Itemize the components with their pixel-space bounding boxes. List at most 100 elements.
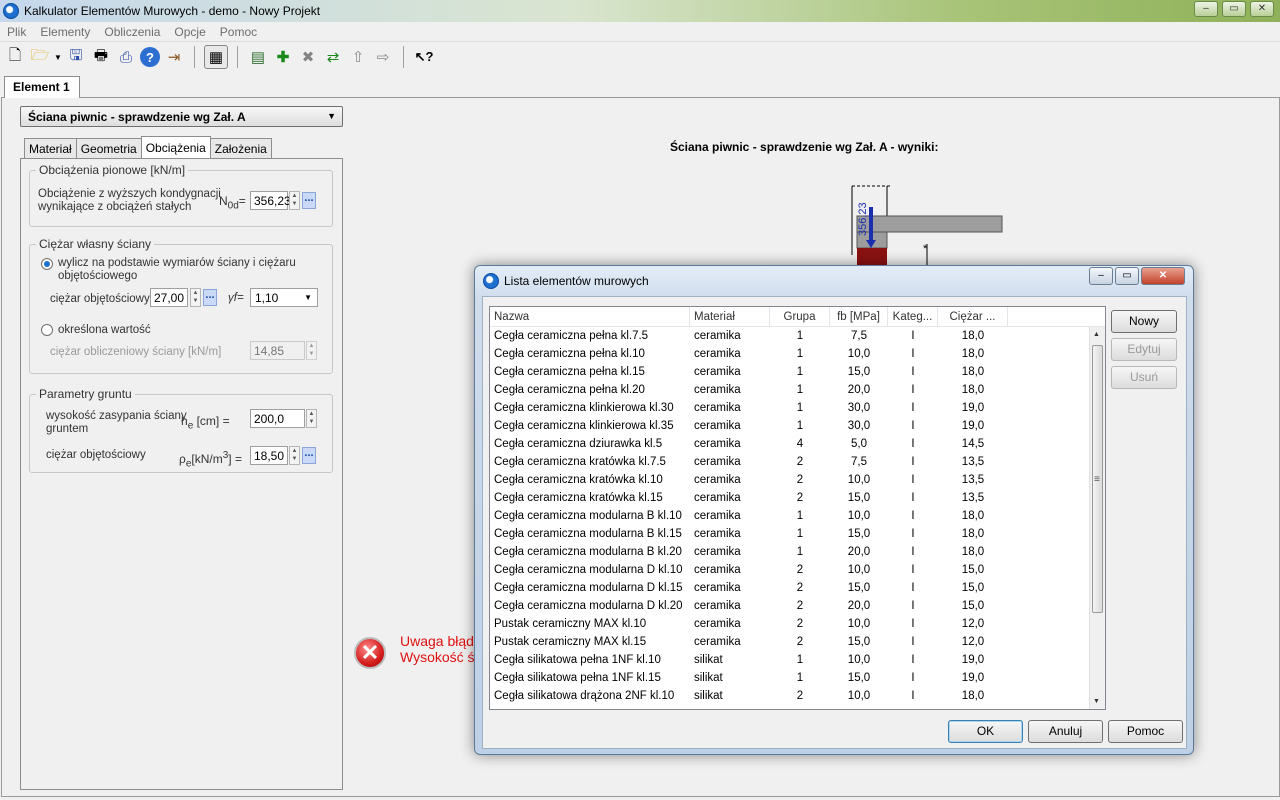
close-button[interactable]: ✕ [1250,1,1274,17]
cell-weight: 18,0 [961,690,985,702]
minimize-button[interactable]: – [1194,1,1218,17]
scroll-down-icon[interactable]: ▼ [1093,698,1100,705]
list-item[interactable]: Cegła ceramiczna modularna B kl.10 cerami… [490,507,1093,525]
list-item[interactable]: Pustak ceramiczny MAX kl.15 ceramika 2 15,0… [490,633,1093,651]
menu-opcje[interactable]: Opcje [167,25,212,39]
cell-fb: 10,0 [847,690,871,702]
scroll-up-icon[interactable]: ▲ [1093,331,1100,338]
list-item[interactable]: Cegła ceramiczna klinkierowa kl.35 cerami… [490,417,1093,435]
tab-assumptions[interactable]: Założenia [209,138,272,158]
cell-category: I [911,456,915,468]
element-type-select[interactable]: Ściana piwnic - sprawdzenie wg Zał. A ▼ [20,106,343,127]
calc-weight-spinner[interactable]: ▲ ▼ [306,341,317,360]
list-item[interactable]: Cegła silikatowa pełna 1NF kl.15 silikat 1… [490,669,1093,687]
dropdown-arrow-icon[interactable]: ▼ [54,46,62,68]
list-item[interactable]: Pustak ceramiczny MAX kl.10 ceramika 2 10,0… [490,615,1093,633]
help-button[interactable]: Pomoc [1108,720,1183,743]
list-item[interactable]: Cegła ceramiczna kratówka kl.10 ceramika 2… [490,471,1093,489]
list-scrollbar[interactable]: ▲ ▼ [1089,327,1105,709]
list-item[interactable]: Cegła ceramiczna kratówka kl.7.5 ceramika… [490,453,1093,471]
calc-weight-input[interactable]: 14,85 [250,341,305,360]
list-item[interactable]: Cegła ceramiczna modularna B kl.20 cerami… [490,543,1093,561]
list-item[interactable]: Cegła ceramiczna modularna D kl.20 cerami… [490,597,1093,615]
soil-density-input[interactable]: 18,50 [250,446,288,465]
menu-elementy[interactable]: Elementy [33,25,97,39]
edit-button[interactable]: Edytuj [1111,338,1177,361]
new-button[interactable]: Nowy [1111,310,1177,333]
print-preview-icon[interactable]: ⎙ [115,46,137,68]
dialog-close-button[interactable]: ✕ [1141,267,1185,285]
menu-obliczenia[interactable]: Obliczenia [97,25,167,39]
n0d-symbol-main: N [219,194,228,208]
delete-button[interactable]: Usuń [1111,366,1177,389]
n0d-more-button[interactable]: ... [302,192,316,209]
delete-element-icon[interactable]: ✖ [297,46,319,68]
add-element-icon[interactable]: ✚ [272,46,294,68]
list-item[interactable]: Cegła ceramiczna modularna D kl.10 cerami… [490,561,1093,579]
move-up-icon[interactable]: ⇧ [347,46,369,68]
list-item[interactable]: Cegła ceramiczna pełna kl.7.5 ceramika 1 7,… [490,327,1093,345]
open-folder-icon[interactable]: 🗁 [29,46,51,68]
column-header-weight[interactable]: Ciężar ... [938,307,1008,326]
tab-material[interactable]: Materiał [24,138,77,158]
list-item[interactable]: Cegła ceramiczna pełna kl.20 ceramika 1 20,… [490,381,1093,399]
cell-group: 1 [796,510,804,522]
fill-height-input[interactable]: 200,0 [250,409,305,428]
dialog-maximize-button[interactable]: ▭ [1115,267,1139,285]
loads-tab-panel: Obciążenia pionowe [kN/m] Obciążenie z w… [20,158,343,790]
cell-fb: 10,0 [847,618,871,630]
results-title: Ściana piwnic - sprawdzenie wg Zał. A - … [670,140,939,154]
list-item[interactable]: Cegła ceramiczna pełna kl.10 ceramika 1 10,… [490,345,1093,363]
column-header-group[interactable]: Grupa [770,307,830,326]
unit-weight-spinner[interactable]: ▲ ▼ [190,288,201,307]
element-list[interactable]: Nazwa Materiał Grupa fb [MPa] Kateg... C… [489,306,1106,710]
move-right-icon[interactable]: ⇨ [372,46,394,68]
scroll-thumb[interactable] [1092,345,1103,613]
n0d-input[interactable]: 356,23 [250,191,291,210]
soil-density-more-button[interactable]: ... [302,447,316,464]
cell-material: ceramika [694,384,741,396]
list-item[interactable]: Cegła ceramiczna pełna kl.15 ceramika 1 15,… [490,363,1093,381]
copy-element-icon[interactable]: ⇄ [322,46,344,68]
new-file-icon[interactable]: 🗋 [4,46,26,68]
list-item[interactable]: Cegła ceramiczna dziurawka kl.5 ceramika 4… [490,435,1093,453]
save-icon[interactable]: 🖫 [65,46,87,68]
exit-icon[interactable]: ⇥ [163,46,185,68]
unit-weight-input[interactable]: 27,00 [150,288,188,307]
calc-weight-radio[interactable] [41,258,53,270]
list-item[interactable]: Cegła ceramiczna kratówka kl.15 ceramika 2… [490,489,1093,507]
tab-loads[interactable]: Obciążenia [140,136,211,158]
column-header-name[interactable]: Nazwa [490,307,690,326]
list-item[interactable]: Cegła silikatowa pełna 1NF kl.10 silikat 1… [490,651,1093,669]
unit-weight-more-button[interactable]: ... [203,289,217,306]
cell-fb: 7,5 [851,330,867,342]
fill-height-spinner[interactable]: ▲ ▼ [306,409,317,428]
tab-geometry[interactable]: Geometria [75,138,142,158]
list-item[interactable]: Cegła ceramiczna modularna B kl.15 cerami… [490,525,1093,543]
column-header-material[interactable]: Materiał [690,307,770,326]
n0d-spinner[interactable]: ▲ ▼ [289,191,300,210]
dialog-minimize-button[interactable]: – [1089,267,1113,285]
element-list-icon[interactable]: ▤ [247,46,269,68]
soil-density-spinner[interactable]: ▲ ▼ [289,446,300,465]
calculator-icon[interactable]: ▦ [204,45,228,69]
fixed-weight-radio[interactable] [41,324,53,336]
cell-material: ceramika [694,420,741,432]
context-help-icon[interactable]: ↖? [413,46,435,68]
help-icon[interactable]: ? [140,47,160,67]
ok-button[interactable]: OK [948,720,1023,743]
cell-material: ceramika [694,492,741,504]
column-header-category[interactable]: Kateg... [888,307,938,326]
menu-pomoc[interactable]: Pomoc [213,25,264,39]
list-item[interactable]: Cegła ceramiczna modularna D kl.15 cerami… [490,579,1093,597]
column-header-fb[interactable]: fb [MPa] [830,307,888,326]
print-icon[interactable]: 🖶 [90,46,112,68]
menu-plik[interactable]: Plik [0,25,33,39]
gamma-f-select[interactable]: 1,10 ▼ [250,288,318,307]
maximize-button[interactable]: ▭ [1222,1,1246,17]
list-item[interactable]: Cegła ceramiczna klinkierowa kl.30 cerami… [490,399,1093,417]
list-item[interactable]: Cegła silikatowa drążona 2NF kl.10 silika… [490,687,1093,705]
cell-category: I [911,546,915,558]
cancel-button[interactable]: Anuluj [1028,720,1103,743]
tab-element-1[interactable]: Element 1 [4,76,80,98]
